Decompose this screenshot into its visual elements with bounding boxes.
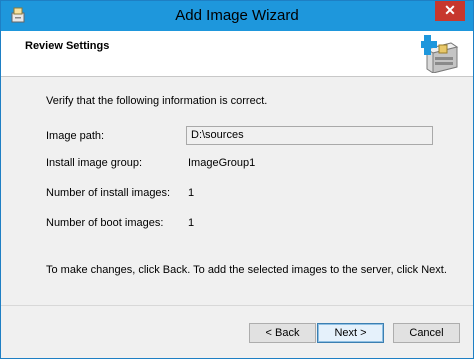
install-image-group-value: ImageGroup1: [188, 157, 256, 169]
footer-divider: [1, 305, 473, 306]
install-images-count-value: 1: [188, 187, 195, 199]
server-add-image-icon: [418, 31, 461, 74]
wizard-header: Review Settings: [1, 31, 473, 77]
install-image-group-label: Install image group:: [46, 157, 142, 169]
wizard-window: Add Image Wizard ✕ Review Settings Verif…: [0, 0, 474, 359]
window-title: Add Image Wizard: [175, 7, 299, 24]
image-path-field[interactable]: D:\sources: [186, 126, 433, 145]
install-images-count-label: Number of install images:: [46, 187, 171, 199]
intro-text: Verify that the following information is…: [46, 95, 268, 107]
boot-images-count-label: Number of boot images:: [46, 217, 164, 229]
page-title: Review Settings: [25, 40, 110, 52]
back-button[interactable]: < Back: [249, 323, 316, 343]
image-path-label: Image path:: [46, 130, 105, 142]
next-button[interactable]: Next >: [317, 323, 384, 343]
cancel-button[interactable]: Cancel: [393, 323, 460, 343]
review-content: Verify that the following information is…: [1, 77, 473, 305]
close-button[interactable]: ✕: [435, 1, 465, 21]
title-bar[interactable]: Add Image Wizard ✕: [1, 1, 473, 31]
boot-images-count-value: 1: [188, 217, 195, 229]
image-path-value: D:\sources: [191, 129, 244, 141]
instructions-text: To make changes, click Back. To add the …: [46, 264, 447, 276]
